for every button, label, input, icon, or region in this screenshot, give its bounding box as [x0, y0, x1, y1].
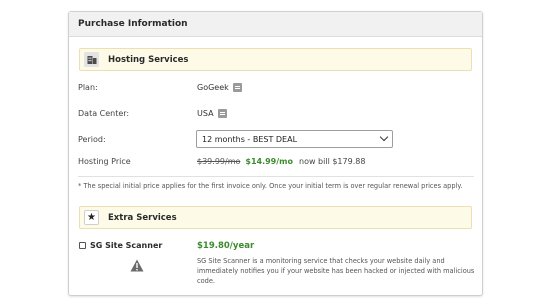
- purchase-information-panel: Purchase Information Hosting Services Pl…: [68, 11, 483, 296]
- period-selected-value: 12 months - BEST DEAL: [202, 134, 298, 144]
- datacenter-info-icon[interactable]: [217, 109, 227, 118]
- warning-icon: [130, 259, 144, 272]
- period-select[interactable]: 12 months - BEST DEAL: [196, 130, 393, 148]
- plan-label: Plan:: [78, 83, 98, 92]
- extra-services-title: Extra Services: [108, 212, 177, 223]
- star-icon: ★: [84, 210, 99, 225]
- site-scanner-description: SG Site Scanner is a monitoring service …: [197, 257, 475, 285]
- divider: [78, 176, 474, 177]
- period-label: Period:: [78, 135, 106, 144]
- bill-text: now bill $179.88: [299, 157, 366, 166]
- extra-services-header: ★ Extra Services: [79, 206, 472, 229]
- site-scanner-checkbox-row[interactable]: SG Site Scanner: [79, 241, 162, 250]
- new-price: $14.99/mo: [245, 157, 293, 166]
- plan-value-group: GoGeek: [197, 83, 242, 92]
- server-icon: [84, 52, 99, 67]
- site-scanner-price: $19.80/year: [197, 241, 255, 251]
- panel-title: Purchase Information: [69, 12, 482, 37]
- plan-value: GoGeek: [197, 83, 229, 92]
- hosting-price-label: Hosting Price: [78, 157, 131, 166]
- hosting-price-group: $39.99/mo $14.99/mo now bill $179.88: [197, 157, 365, 166]
- datacenter-value-group: USA: [197, 109, 227, 118]
- datacenter-label: Data Center:: [78, 109, 130, 118]
- datacenter-value: USA: [197, 109, 214, 118]
- hosting-services-title: Hosting Services: [108, 54, 189, 65]
- site-scanner-label: SG Site Scanner: [90, 241, 163, 250]
- price-note: * The special initial price applies for …: [78, 182, 463, 190]
- site-scanner-checkbox[interactable]: [79, 242, 86, 249]
- plan-info-icon[interactable]: [232, 83, 242, 92]
- hosting-services-header: Hosting Services: [79, 48, 472, 71]
- old-price: $39.99/mo: [197, 157, 241, 166]
- chevron-down-icon: [379, 132, 389, 142]
